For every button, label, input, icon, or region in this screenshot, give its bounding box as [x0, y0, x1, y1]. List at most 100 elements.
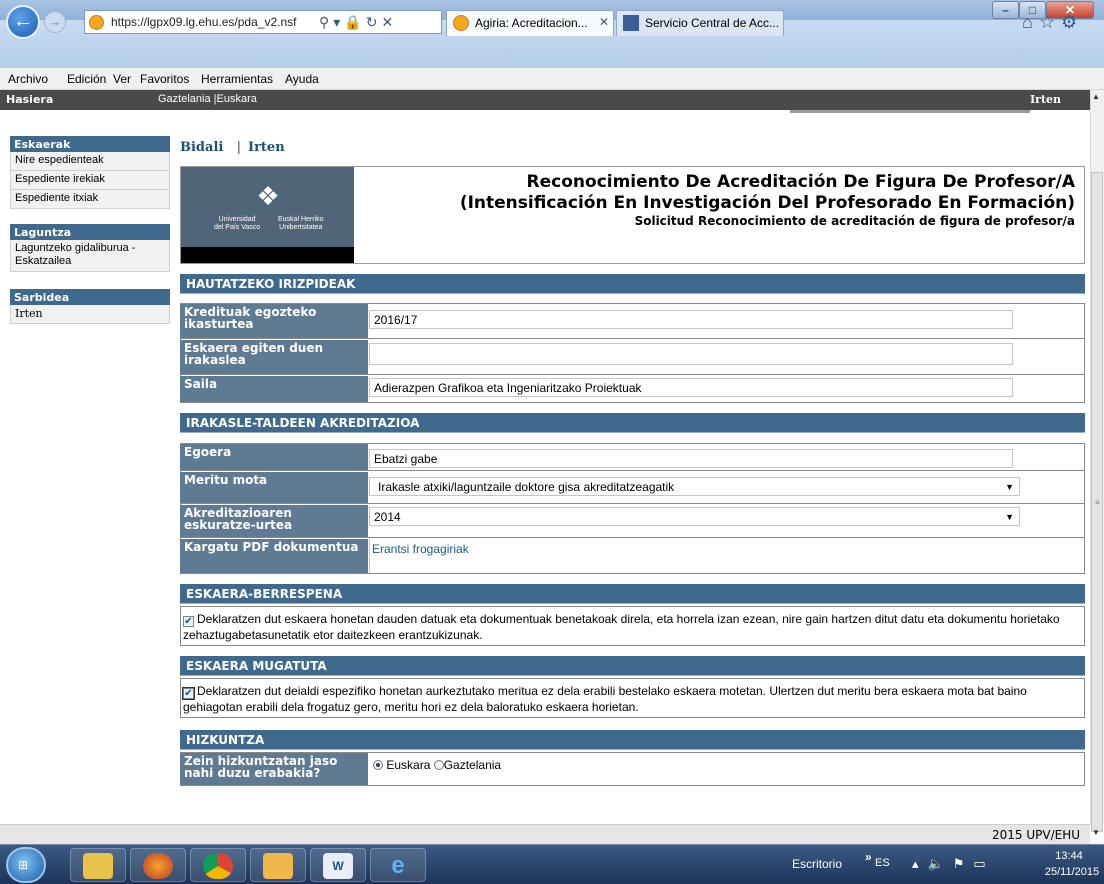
menu-bar: Archivo Edición Ver Favoritos Herramient…: [0, 68, 1104, 90]
pdf-cell: [369, 539, 1084, 573]
tab-label: Servicio Central de Acc...: [645, 16, 780, 30]
sidebar-item-espediente-itxiak[interactable]: Espediente itxiak: [10, 190, 170, 209]
lang-euskara-link[interactable]: Euskara: [217, 93, 257, 105]
address-url[interactable]: https://lgpx09.lg.ehu.es/pda_v2.nsf: [111, 15, 296, 29]
declaration-berrespena-text: Deklaratzen dut eskaera honetan dauden d…: [183, 612, 1060, 642]
field-saila[interactable]: Adierazpen Grafikoa eta Ingeniaritzako P…: [369, 378, 1013, 397]
clock-date[interactable]: 25/11/2015: [1044, 866, 1100, 878]
select-urtea[interactable]: 2014 ▼: [369, 507, 1020, 526]
forward-button[interactable]: →: [44, 11, 66, 33]
tab-close-icon[interactable]: ✕: [599, 15, 609, 29]
university-emblem-icon: ❖: [256, 181, 280, 211]
exit-link[interactable]: Irten: [248, 140, 285, 155]
menu-ayuda[interactable]: Ayuda: [285, 72, 319, 86]
label-ikasturtea: Kredituak egozteko ikasturtea: [180, 304, 368, 338]
field-irakaslea[interactable]: [369, 343, 1013, 365]
select-meritu-value: Irakasle atxiki/laguntzaile doktore gisa…: [378, 480, 675, 494]
field-egoera[interactable]: Ebatzi gabe: [369, 449, 1013, 468]
folder-icon: [83, 853, 113, 879]
form-subtitle: Solicitud Reconocimiento de acreditación…: [634, 214, 1075, 228]
header-exit-link[interactable]: Irten: [1030, 93, 1061, 106]
label-urtea: Akreditazioaren eskuratze-urtea: [180, 505, 368, 537]
radio-euskara-label: Euskara: [386, 758, 431, 772]
desktop-toolbar-label[interactable]: Escritorio: [792, 857, 842, 871]
chrome-icon: [203, 853, 233, 879]
section-hizkuntza: HIZKUNTZA: [180, 730, 1085, 750]
tab-acreditacion[interactable]: Agiria: Acreditacion... ✕: [446, 10, 614, 36]
address-bar[interactable]: https://lgpx09.lg.ehu.es/pda_v2.nsf ⚲▾🔒↻…: [84, 10, 442, 34]
sidebar-item-nire-espedienteak[interactable]: Nire espedienteak: [10, 152, 170, 171]
logo-bottom-strip: [181, 247, 354, 263]
home-link[interactable]: Hasiera: [6, 93, 53, 106]
internet-explorer-icon: e: [391, 852, 405, 879]
menu-edicion[interactable]: Edición: [67, 72, 106, 86]
field-ikasturtea[interactable]: 2016/17: [369, 310, 1013, 329]
radio-euskara[interactable]: [373, 760, 383, 770]
address-controls-icons[interactable]: ⚲▾🔒↻✕: [319, 14, 397, 31]
dropdown-arrow-icon: ▼: [1005, 482, 1014, 492]
clock-time[interactable]: 13:44: [1044, 850, 1094, 862]
sidebar-item-espediente-irekiak[interactable]: Espediente irekiak: [10, 171, 170, 190]
back-button[interactable]: ←: [6, 5, 40, 39]
menu-herramientas[interactable]: Herramientas: [201, 72, 273, 86]
scroll-up-icon[interactable]: ▲: [1092, 92, 1100, 101]
form-title: Reconocimiento De Acreditación De Figura…: [459, 172, 1075, 213]
sidebar-item-gidaliburua[interactable]: Laguntzeko gidaliburua - Eskatzailea: [10, 240, 170, 272]
header-divider: [790, 110, 1030, 120]
page-footer: 2015 UPV/EHU: [0, 824, 1090, 844]
menu-favoritos[interactable]: Favoritos: [140, 72, 189, 86]
action-separator: |: [237, 138, 241, 154]
section-hautatzeko-irizpideak: HAUTATZEKO IRIZPIDEAK: [180, 274, 1085, 294]
language-radio-group: Euskara Gaztelania: [373, 758, 501, 772]
label-irakaslea: Eskaera egiten duen irakaslea: [180, 340, 368, 374]
page-header: Hasiera Gaztelania |Euskara Irten: [0, 90, 1090, 110]
section-eskaera-mugatuta: ESKAERA MUGATUTA: [180, 656, 1085, 676]
windows-logo-icon: ⊞: [18, 858, 29, 872]
tab-servicio-central[interactable]: Servicio Central de Acc...: [616, 10, 784, 36]
sidebar-section-laguntza: Laguntza: [10, 224, 170, 240]
footer-copyright: 2015 UPV/EHU: [991, 828, 1080, 842]
radio-gaztelania[interactable]: [433, 760, 444, 770]
tab-favicon-icon: [453, 15, 469, 31]
calendar-icon: [263, 853, 293, 879]
dropdown-arrow-icon: ▼: [1005, 512, 1014, 522]
scroll-down-icon[interactable]: ▼: [1092, 828, 1100, 837]
minimize-button[interactable]: –: [992, 1, 1019, 19]
checkbox-mugatuta[interactable]: ✔: [182, 687, 195, 700]
tab-favicon-icon: [623, 15, 639, 31]
sidebar-item-irten[interactable]: Irten: [10, 305, 170, 324]
menu-ver[interactable]: Ver: [113, 72, 131, 86]
tray-icons[interactable]: ▴🔈⚑▭: [912, 856, 995, 872]
site-favicon-icon: [89, 15, 104, 30]
radio-gaztelania-label: Gaztelania: [443, 758, 502, 772]
label-egoera: Egoera: [180, 444, 368, 470]
sidebar-section-sarbidea: Sarbidea: [10, 289, 170, 305]
section-akreditazioa: IRAKASLE-TALDEEN AKREDITAZIOA: [180, 413, 1085, 433]
language-indicator[interactable]: ES: [875, 857, 890, 869]
section-eskaera-berrespena: ESKAERA-BERRESPENA: [180, 584, 1085, 604]
declaration-mugatuta: ✔ Deklaratzen dut deialdi espezifiko hone…: [180, 678, 1085, 718]
label-hizkuntza: Zein hizkuntzatan jaso nahi duzu erabaki…: [180, 753, 368, 785]
firefox-icon: [143, 853, 173, 879]
word-icon: W: [323, 853, 353, 879]
language-switch: Gaztelania |Euskara: [158, 93, 257, 105]
logo-text-eu: Euskal Herriko Unibertsitatea: [278, 216, 324, 231]
sidebar-section-eskaerak: Eskaerak: [10, 136, 170, 152]
declaration-mugatuta-text: Deklaratzen dut deialdi espezifiko honet…: [183, 684, 1027, 714]
attach-documents-link[interactable]: Erantsi frogagiriak: [372, 542, 469, 556]
declaration-berrespena: ✔ Deklaratzen dut eskaera honetan dauden …: [180, 606, 1085, 646]
send-link[interactable]: Bidali: [180, 140, 223, 155]
home-favorites-settings-icons[interactable]: ⌂☆⚙: [1022, 12, 1083, 33]
select-urtea-value: 2014: [374, 510, 401, 524]
logo-text-es: Universidad del País Vasco: [214, 216, 261, 231]
lang-gaztelania-link[interactable]: Gaztelania: [158, 93, 211, 105]
scrollbar-grip-icon: ≡: [1095, 498, 1100, 507]
menu-archivo[interactable]: Archivo: [8, 72, 48, 86]
checkbox-berrespena[interactable]: ✔: [183, 616, 194, 627]
toolbar-chevron[interactable]: »: [865, 850, 872, 864]
tab-label: Agiria: Acreditacion...: [475, 16, 588, 30]
select-meritu-mota[interactable]: Irakasle atxiki/laguntzaile doktore gisa…: [369, 477, 1020, 496]
label-pdf: Kargatu PDF dokumentua: [180, 539, 368, 573]
label-meritu-mota: Meritu mota: [180, 472, 368, 503]
label-saila: Saila: [180, 376, 368, 402]
